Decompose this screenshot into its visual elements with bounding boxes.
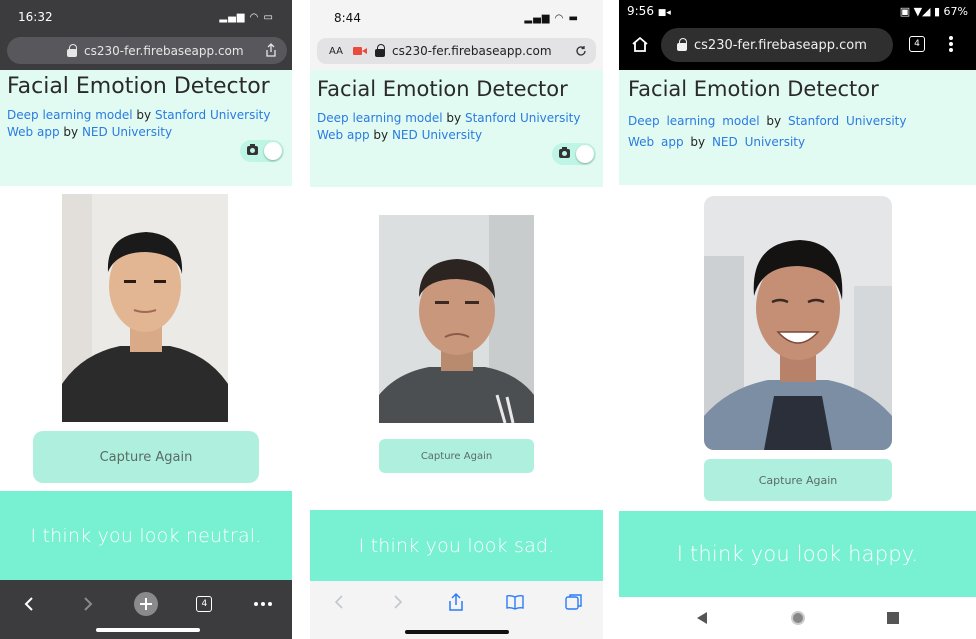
nav-home-icon[interactable] (785, 605, 811, 631)
emotion-result: I think you look neutral. (0, 491, 292, 580)
home-icon[interactable] (631, 35, 649, 58)
status-bar: 16:32 ▂▄▆ ◠ ▭ (0, 0, 292, 34)
deep-learning-model-link[interactable]: Deep learning model (628, 114, 760, 128)
more-menu-icon[interactable] (250, 591, 276, 617)
page-title: Facial Emotion Detector (628, 77, 879, 101)
status-icons: ▣ ▼◢ ▮ 67% (899, 4, 968, 18)
captured-photo (62, 194, 228, 422)
credit-line-1: Deep learning model by Stanford Universi… (317, 111, 581, 125)
web-app-link[interactable]: Web app (628, 135, 684, 149)
ned-link[interactable]: NED University (392, 128, 482, 142)
status-time: 8:44 (334, 11, 361, 25)
recording-icon (352, 47, 367, 55)
camera-icon (247, 144, 258, 155)
credit-line-1: Deep learning model by Stanford Universi… (628, 114, 907, 128)
url-bar[interactable]: cs230-fer.firebaseapp.com (661, 28, 893, 62)
back-icon[interactable] (16, 591, 42, 617)
stanford-link[interactable]: Stanford University (788, 114, 907, 128)
forward-icon[interactable] (385, 589, 411, 615)
credit-line-2: Web app by NED University (317, 128, 483, 142)
tabs-icon[interactable]: 4 (909, 36, 925, 52)
web-app-link[interactable]: Web app (317, 128, 370, 142)
status-time: 9:56 ■◂ (627, 4, 671, 18)
camera-toggle[interactable] (552, 143, 596, 165)
stanford-link[interactable]: Stanford University (155, 108, 271, 122)
status-time: 16:32 (18, 10, 53, 24)
page-title: Facial Emotion Detector (7, 74, 270, 99)
reload-icon[interactable] (575, 45, 587, 57)
credit-line-1: Deep learning model by Stanford Universi… (7, 108, 271, 122)
phone-1-screen: 16:32 ▂▄▆ ◠ ▭ cs230-fer.firebaseapp.com … (0, 0, 292, 639)
captured-photo (379, 215, 534, 423)
phone-2-screen: 8:44 ▂▄▆ ◠ ▬ AA cs230-fer.firebaseapp.co… (310, 0, 603, 639)
stanford-link[interactable]: Stanford University (465, 111, 581, 125)
video-icon: ■◂ (657, 8, 671, 18)
url-text: cs230-fer.firebaseapp.com (694, 37, 867, 53)
text-size-button[interactable]: AA (329, 46, 343, 57)
back-icon[interactable] (326, 589, 352, 615)
phone-3-screen: 9:56 ■◂ ▣ ▼◢ ▮ 67% cs230-fer.firebaseapp… (619, 0, 976, 639)
nav-back-icon[interactable] (689, 605, 715, 631)
home-indicator (96, 628, 200, 632)
bookmarks-icon[interactable] (502, 589, 528, 615)
url-text: cs230-fer.firebaseapp.com (391, 44, 552, 58)
tabs-icon[interactable]: 4 (191, 591, 217, 617)
nav-recents-icon[interactable] (880, 605, 906, 631)
lock-icon (374, 44, 385, 57)
more-menu-icon[interactable] (949, 36, 953, 57)
deep-learning-model-link[interactable]: Deep learning model (317, 111, 443, 125)
capture-again-button[interactable]: Capture Again (379, 439, 534, 473)
camera-icon (559, 147, 570, 158)
android-nav-bar (619, 597, 976, 639)
forward-icon[interactable] (75, 591, 101, 617)
home-indicator (405, 630, 509, 634)
lock-icon (677, 38, 687, 51)
new-tab-icon[interactable] (133, 591, 159, 617)
status-bar: 8:44 ▂▄▆ ◠ ▬ (310, 0, 603, 36)
status-icons: ▂▄▆ ◠ ▬ (524, 12, 579, 24)
page-title: Facial Emotion Detector (317, 77, 568, 101)
tab-count: 4 (196, 595, 213, 612)
tabs-overview-icon[interactable] (561, 589, 587, 615)
url-bar[interactable]: cs230-fer.firebaseapp.com (7, 37, 287, 64)
capture-again-button[interactable]: Capture Again (704, 459, 892, 501)
camera-toggle[interactable] (240, 140, 284, 162)
deep-learning-model-link[interactable]: Deep learning model (7, 108, 133, 122)
credit-line-2: Web app by NED University (7, 125, 173, 139)
battery-level: 67% (943, 4, 968, 18)
web-app-link[interactable]: Web app (7, 125, 60, 139)
share-icon[interactable] (265, 43, 277, 57)
lock-icon (67, 43, 77, 57)
url-bar[interactable]: AA cs230-fer.firebaseapp.com (317, 38, 596, 64)
credit-line-2: Web app by NED University (628, 135, 806, 149)
tab-count: 4 (914, 39, 920, 49)
share-icon[interactable] (443, 589, 469, 615)
capture-again-button[interactable]: Capture Again (33, 431, 259, 483)
ned-link[interactable]: NED University (82, 125, 172, 139)
emotion-result: I think you look sad. (310, 510, 603, 581)
emotion-result: I think you look happy. (619, 511, 976, 597)
ned-link[interactable]: NED University (712, 135, 805, 149)
status-bar: 9:56 ■◂ ▣ ▼◢ ▮ 67% (619, 0, 976, 22)
status-icons: ▂▄▆ ◠ ▭ (219, 11, 274, 23)
captured-photo (704, 196, 892, 450)
url-text: cs230-fer.firebaseapp.com (84, 43, 244, 58)
